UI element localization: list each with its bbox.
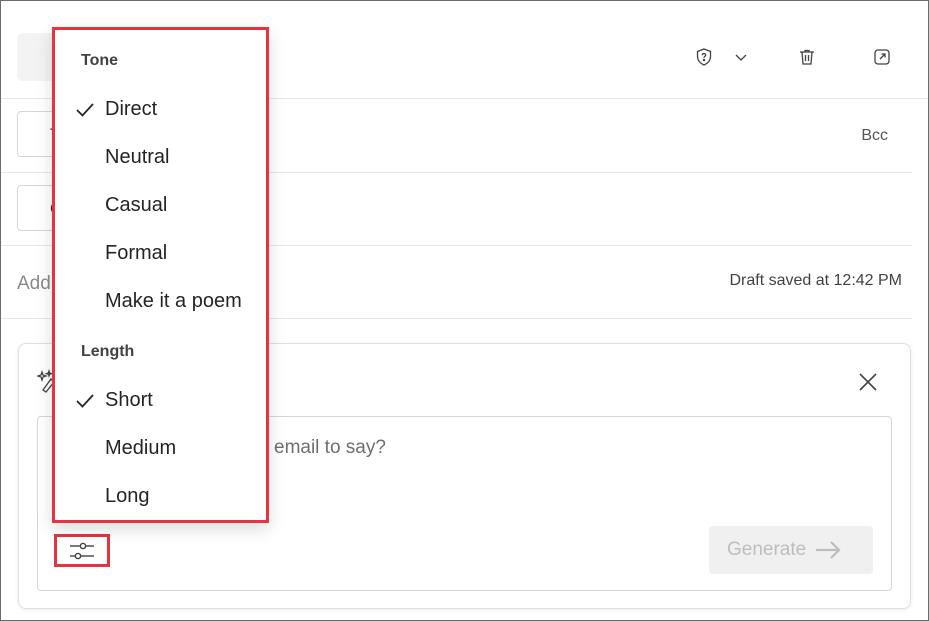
draft-status: Draft saved at 12:42 PM (729, 272, 902, 289)
menu-item-label: Short (105, 389, 153, 411)
chevron-down-icon[interactable] (729, 45, 753, 69)
options-slider-button[interactable] (54, 534, 110, 567)
menu-item-short[interactable]: Short (55, 381, 266, 421)
menu-item-label: Make it a poem (105, 290, 242, 312)
sliders-icon (70, 542, 94, 559)
compose-window: T Bcc C Add Draft saved at 12:42 PM emai… (0, 0, 929, 621)
sensitivity-icon[interactable] (692, 45, 716, 69)
close-icon[interactable] (856, 370, 880, 394)
generate-label: Generate (727, 539, 807, 560)
menu-item-label: Neutral (105, 146, 170, 168)
generate-button[interactable]: Generate (709, 526, 873, 574)
menu-item-long[interactable]: Long (55, 477, 266, 517)
menu-item-label: Direct (105, 98, 158, 120)
arrow-right-icon (816, 541, 841, 559)
menu-item-formal[interactable]: Formal (55, 234, 266, 274)
menu-item-label: Formal (105, 242, 168, 264)
tone-header: Tone (81, 52, 119, 69)
menu-item-label: Casual (105, 194, 168, 216)
length-header: Length (81, 343, 135, 360)
tone-length-menu: Tone Direct Neutral Casual Formal Make i… (52, 27, 269, 523)
checkmark-icon (76, 394, 94, 408)
popout-icon[interactable] (870, 45, 894, 69)
prompt-placeholder: email to say? (274, 437, 386, 458)
menu-item-label: Medium (105, 437, 177, 459)
menu-item-casual[interactable]: Casual (55, 186, 266, 226)
menu-item-neutral[interactable]: Neutral (55, 138, 266, 178)
menu-item-label: Long (105, 485, 150, 507)
delete-icon[interactable] (795, 45, 819, 69)
subject-input[interactable]: Add (17, 273, 51, 295)
menu-item-medium[interactable]: Medium (55, 429, 266, 469)
menu-item-poem[interactable]: Make it a poem (55, 282, 266, 322)
checkmark-icon (76, 103, 94, 117)
menu-item-direct[interactable]: Direct (55, 90, 266, 130)
bcc-button[interactable]: Bcc (861, 127, 888, 145)
